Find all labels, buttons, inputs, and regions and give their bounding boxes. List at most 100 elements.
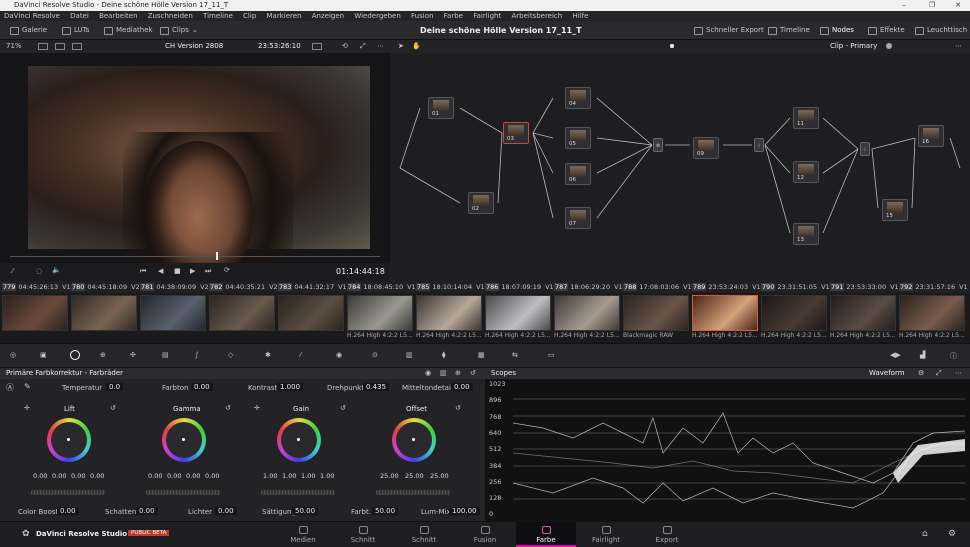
picker-icon[interactable]: ✎ (24, 382, 31, 391)
clip-thumbnail[interactable]: H.264 High 4:2:2 L5... (554, 295, 620, 341)
temp-field[interactable]: 0.0 (106, 383, 124, 391)
lift-blue[interactable]: 0.00 (90, 472, 104, 480)
node-06[interactable]: 06 (565, 163, 591, 185)
loop-icon[interactable]: ⟳ (224, 266, 230, 274)
color-warper-icon[interactable]: ◇ (228, 351, 233, 359)
lift-master-wheel[interactable] (31, 490, 105, 495)
node-mode-select[interactable]: Clip - Primary (830, 40, 877, 53)
skip-end-icon[interactable]: ⏭ (205, 267, 211, 276)
gamma-green[interactable]: 0.00 (186, 472, 200, 480)
node-09[interactable]: 09 (693, 137, 719, 159)
gain-red[interactable]: 1.00 (282, 472, 296, 480)
magic-mask-icon[interactable]: ▥ (406, 351, 413, 359)
scope-expand-icon[interactable]: ⤢ (936, 368, 942, 379)
bars-mode-icon[interactable]: ▥ (440, 368, 447, 379)
sync-icon[interactable]: ⟲ (342, 40, 348, 53)
clip-thumbnail[interactable] (2, 295, 68, 341)
node-02[interactable]: 02 (468, 192, 494, 214)
3d-icon[interactable]: ▭ (548, 351, 555, 359)
mask-icon[interactable]: ◌ (36, 267, 42, 275)
menu-davinci[interactable]: DaVinci Resolve (4, 12, 60, 20)
offset-wheel[interactable] (392, 418, 436, 462)
window-icon[interactable]: ◉ (336, 351, 342, 359)
contrast-field[interactable]: 1.000 (277, 383, 304, 391)
node-16[interactable]: 16 (918, 125, 944, 147)
keyframes-icon[interactable]: ◀▶ (890, 351, 901, 359)
offset-green[interactable]: 25.00 (405, 472, 424, 480)
fullscreen-icon[interactable]: ⤢ (360, 40, 366, 53)
page-dot-active[interactable] (670, 44, 674, 48)
info-icon[interactable]: ⓘ (950, 351, 957, 361)
nodes-button[interactable]: Nodes (820, 21, 854, 40)
motion-effects-icon[interactable]: ▤ (162, 351, 169, 359)
tracker-icon[interactable]: ⊙ (372, 351, 378, 359)
zoom-select[interactable]: 71% (6, 40, 22, 53)
pivot-field[interactable]: 0.435 (363, 383, 390, 391)
scope-more-icon[interactable]: ⋯ (955, 368, 962, 379)
node-12[interactable]: 12 (793, 161, 819, 183)
luts-button[interactable]: LUTs (62, 21, 89, 40)
sizing-icon[interactable]: ⇆ (512, 351, 518, 359)
close-button[interactable]: ✕ (946, 0, 970, 11)
curves-icon[interactable]: ∫ (195, 351, 199, 359)
clip-thumbnail[interactable]: H.264 High 4:2:2 L5... (761, 295, 827, 341)
scope-type-select[interactable]: Waveform (869, 368, 905, 379)
clip-thumbnail[interactable] (71, 295, 137, 341)
color-wheels-icon[interactable] (70, 350, 80, 360)
offset-wheel-handle[interactable] (412, 438, 415, 441)
splitter-1[interactable]: ⁞ (754, 138, 764, 152)
node-01[interactable]: 01 (428, 97, 454, 119)
node-15[interactable]: 15 (882, 199, 908, 221)
log-mode-icon[interactable]: ⊕ (455, 368, 461, 379)
shadows-field[interactable]: 0.00 (136, 507, 158, 515)
key-icon[interactable]: ▦ (478, 351, 485, 359)
page-fairlight[interactable]: Fairlight (576, 522, 636, 547)
node-11[interactable]: 11 (793, 107, 819, 129)
pointer-icon[interactable]: ➤ (398, 40, 404, 53)
menu-trim[interactable]: Zuschneiden (148, 12, 193, 20)
tint-field[interactable]: 0.00 (191, 383, 213, 391)
gain-wheel[interactable] (277, 418, 321, 462)
node-more-icon[interactable]: ⋯ (955, 40, 962, 53)
scopes-icon[interactable]: ▟ (920, 351, 925, 359)
camera-raw-icon[interactable]: ◎ (10, 351, 16, 359)
layout-single-icon[interactable] (38, 43, 48, 50)
lift-green[interactable]: 0.00 (71, 472, 85, 480)
reverse-icon[interactable]: ◀ (158, 267, 163, 275)
gain-blue[interactable]: 1.00 (320, 472, 334, 480)
hand-icon[interactable]: ✋ (412, 40, 421, 53)
layout-compare-icon[interactable] (72, 43, 82, 50)
lighttable-button[interactable]: Leuchttisch (915, 21, 967, 40)
menu-fusion[interactable]: Fusion (411, 12, 433, 20)
blur-icon[interactable]: ⧫ (442, 351, 445, 359)
skip-start-icon[interactable]: ⏮ (140, 267, 146, 276)
menu-file[interactable]: Datei (70, 12, 89, 20)
gallery-button[interactable]: Galerie (10, 21, 47, 40)
menu-timeline[interactable]: Timeline (203, 12, 233, 20)
scope-settings-icon[interactable]: ⚙ (918, 368, 924, 379)
clip-thumbnail[interactable]: H.264 High 4:2:2 L5... (485, 295, 551, 341)
scrubber-playhead[interactable] (216, 252, 218, 260)
page-color[interactable]: Farbe (516, 522, 576, 547)
node-13[interactable]: 13 (793, 223, 819, 245)
gamma-wheel-handle[interactable] (182, 438, 185, 441)
eyedropper-qualifier-icon[interactable]: ⁄ (300, 351, 301, 359)
home-icon[interactable]: ⌂ (922, 529, 928, 539)
highlights-field[interactable]: 0.00 (215, 507, 237, 515)
clip-thumbnail[interactable]: H.264 High 4:2:2 L5... (416, 295, 482, 341)
gain-master[interactable]: 1.00 (263, 472, 277, 480)
timeline-button[interactable]: Timeline (768, 21, 810, 40)
settings-icon[interactable]: ⚙ (948, 529, 956, 539)
saturation-field[interactable]: 50.00 (292, 507, 319, 515)
gain-wheel-handle[interactable] (297, 438, 300, 441)
offset-master-wheel[interactable] (376, 490, 450, 495)
boost-field[interactable]: 0.00 (57, 507, 79, 515)
menu-color[interactable]: Farbe (444, 12, 463, 20)
toggle-icon[interactable] (886, 43, 892, 49)
lummix-field[interactable]: 100.00 (449, 507, 480, 515)
hdr-icon[interactable]: ⊕ (100, 351, 106, 359)
gamma-red[interactable]: 0.00 (167, 472, 181, 480)
maximize-button[interactable]: ❐ (920, 0, 944, 11)
gamma-blue[interactable]: 0.00 (205, 472, 219, 480)
node-editor[interactable]: 01 02 03 04 05 06 07 ⊗ 09 ⁞ 11 12 13 ⁞ 1… (390, 53, 970, 281)
